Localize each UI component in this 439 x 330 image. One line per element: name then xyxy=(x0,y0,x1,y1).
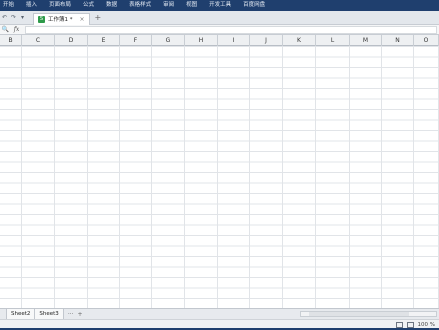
undo-icon[interactable]: ↶ xyxy=(0,13,9,23)
formula-bar: 🔍 fx xyxy=(0,25,439,35)
column-gridline xyxy=(381,46,382,308)
menu-item-8[interactable]: 开发工具 xyxy=(203,0,237,11)
sheet-tab-3[interactable]: Sheet3 xyxy=(35,309,64,319)
column-header-m[interactable]: M xyxy=(350,35,382,46)
menu-item-1[interactable]: 插入 xyxy=(20,0,43,11)
formula-input[interactable] xyxy=(25,25,437,34)
column-gridline xyxy=(21,46,22,308)
document-tab[interactable]: S 工作簿1 * × xyxy=(33,12,90,25)
spreadsheet-icon: S xyxy=(38,15,45,23)
column-header-e[interactable]: E xyxy=(88,35,120,46)
sheet-more-button[interactable]: ··· xyxy=(68,311,74,318)
column-gridline xyxy=(184,46,185,308)
menu-item-9[interactable]: 百度网盘 xyxy=(237,0,271,11)
column-gridline xyxy=(249,46,250,308)
sheet-tab-2[interactable]: Sheet2 xyxy=(6,309,36,319)
close-tab-icon[interactable]: × xyxy=(80,16,85,23)
column-gridline xyxy=(413,46,414,308)
redo-icon[interactable]: ↷ xyxy=(9,13,18,23)
dropdown-icon[interactable]: ▾ xyxy=(18,13,27,23)
menu-bar: 开始 插入 页面布局 公式 数据 表格样式 审阅 视图 开发工具 百度网盘 xyxy=(0,0,439,11)
cell-grid[interactable] xyxy=(0,46,439,308)
column-header-n[interactable]: N xyxy=(382,35,414,46)
column-header-b[interactable]: B xyxy=(0,35,22,46)
column-gridline xyxy=(87,46,88,308)
column-header-g[interactable]: G xyxy=(152,35,185,46)
document-title: 工作簿1 * xyxy=(48,17,73,23)
column-header-o[interactable]: O xyxy=(414,35,439,46)
column-gridline xyxy=(217,46,218,308)
sheet-tab-bar: Sheet2 Sheet3 ··· + xyxy=(0,308,439,319)
column-header-c[interactable]: C xyxy=(22,35,55,46)
function-icon[interactable]: fx xyxy=(11,26,22,33)
column-header-f[interactable]: F xyxy=(120,35,152,46)
menu-item-4[interactable]: 数据 xyxy=(100,0,123,11)
column-header-j[interactable]: J xyxy=(250,35,283,46)
column-header-d[interactable]: D xyxy=(55,35,88,46)
menu-item-2[interactable]: 页面布局 xyxy=(43,0,77,11)
column-gridline xyxy=(282,46,283,308)
document-tab-row: ↶ ↷ ▾ S 工作簿1 * × + xyxy=(0,11,439,25)
column-header-l[interactable]: L xyxy=(316,35,350,46)
column-header-k[interactable]: K xyxy=(283,35,316,46)
column-header-row: BCDEFGHIJKLMNO xyxy=(0,35,439,46)
column-header-h[interactable]: H xyxy=(185,35,218,46)
horizontal-scrollbar[interactable] xyxy=(300,311,437,317)
menu-item-6[interactable]: 审阅 xyxy=(157,0,180,11)
menu-item-3[interactable]: 公式 xyxy=(77,0,100,11)
menu-item-7[interactable]: 视图 xyxy=(180,0,203,11)
column-gridline xyxy=(349,46,350,308)
menu-item-5[interactable]: 表格样式 xyxy=(123,0,157,11)
scrollbar-thumb[interactable] xyxy=(309,312,409,316)
column-gridline xyxy=(315,46,316,308)
column-gridline xyxy=(151,46,152,308)
menu-item-0[interactable]: 开始 xyxy=(0,0,20,11)
add-sheet-button[interactable]: + xyxy=(78,311,83,318)
new-tab-button[interactable]: + xyxy=(95,13,102,23)
column-gridline xyxy=(119,46,120,308)
zoom-search-icon[interactable]: 🔍 xyxy=(0,26,11,33)
column-gridline xyxy=(54,46,55,308)
column-header-i[interactable]: I xyxy=(218,35,250,46)
